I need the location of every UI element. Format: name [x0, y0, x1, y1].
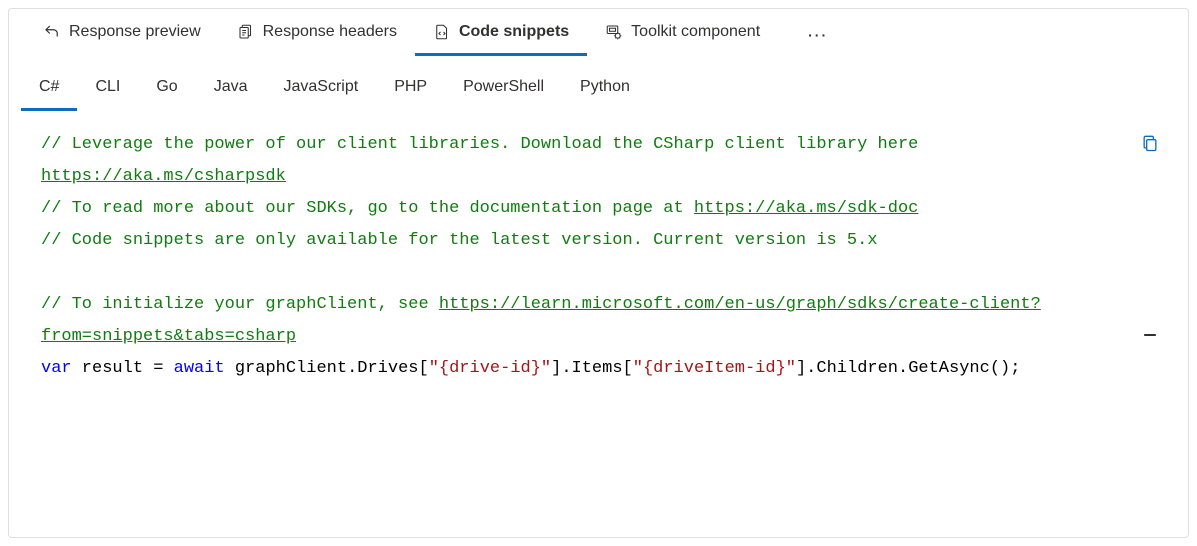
toolkit-icon: [605, 23, 623, 41]
lang-tab-php[interactable]: PHP: [376, 70, 445, 111]
code-document-icon: [433, 23, 451, 41]
tab-code-snippets-label: Code snippets: [459, 23, 569, 41]
tab-response-headers-label: Response headers: [263, 23, 397, 41]
lang-tab-powershell[interactable]: PowerShell: [445, 70, 562, 111]
minus-icon: [1140, 325, 1160, 345]
document-copy-icon: [237, 23, 255, 41]
code-comment: // To read more about our SDKs, go to th…: [41, 199, 694, 218]
tab-response-preview-label: Response preview: [69, 23, 201, 41]
code-comment: // Leverage the power of our client libr…: [41, 135, 929, 154]
code-keyword: var: [41, 359, 72, 378]
collapse-button[interactable]: [1136, 321, 1164, 349]
more-button[interactable]: ···: [798, 19, 838, 51]
code-text: result =: [72, 359, 174, 378]
lang-tab-java[interactable]: Java: [196, 70, 266, 111]
code-link-sdkdoc[interactable]: https://aka.ms/sdk-doc: [694, 199, 918, 218]
lang-tab-cli[interactable]: CLI: [77, 70, 138, 111]
code-string: "{driveItem-id}": [633, 359, 796, 378]
code-link-csharpsdk[interactable]: https://aka.ms/csharpsdk: [41, 167, 286, 186]
top-tabstrip: Response preview Response headers Code s…: [9, 9, 1188, 56]
lang-tab-csharp[interactable]: C#: [21, 70, 77, 111]
copy-button[interactable]: [1136, 129, 1164, 157]
tab-response-preview[interactable]: Response preview: [25, 13, 219, 56]
code-block: // Leverage the power of our client libr…: [41, 129, 1078, 385]
code-text: ].Children.GetAsync();: [796, 359, 1020, 378]
lang-tab-javascript[interactable]: JavaScript: [266, 70, 377, 111]
code-comment: // To initialize your graphClient, see: [41, 295, 439, 314]
tab-response-headers[interactable]: Response headers: [219, 13, 415, 56]
tab-code-snippets[interactable]: Code snippets: [415, 13, 587, 56]
lang-tab-go[interactable]: Go: [138, 70, 195, 111]
code-string: "{drive-id}": [429, 359, 551, 378]
code-text: graphClient.Drives[: [225, 359, 429, 378]
language-tabstrip: C# CLI Go Java JavaScript PHP PowerShell…: [9, 56, 1188, 111]
tab-toolkit-component-label: Toolkit component: [631, 23, 760, 41]
undo-icon: [43, 23, 61, 41]
copy-icon: [1140, 133, 1160, 153]
code-keyword: await: [174, 359, 225, 378]
code-comment: // Code snippets are only available for …: [41, 231, 878, 250]
lang-tab-python[interactable]: Python: [562, 70, 648, 111]
code-snippets-panel: Response preview Response headers Code s…: [8, 8, 1189, 538]
code-area: // Leverage the power of our client libr…: [9, 111, 1188, 537]
tab-toolkit-component[interactable]: Toolkit component: [587, 13, 778, 56]
code-text: ].Items[: [551, 359, 633, 378]
